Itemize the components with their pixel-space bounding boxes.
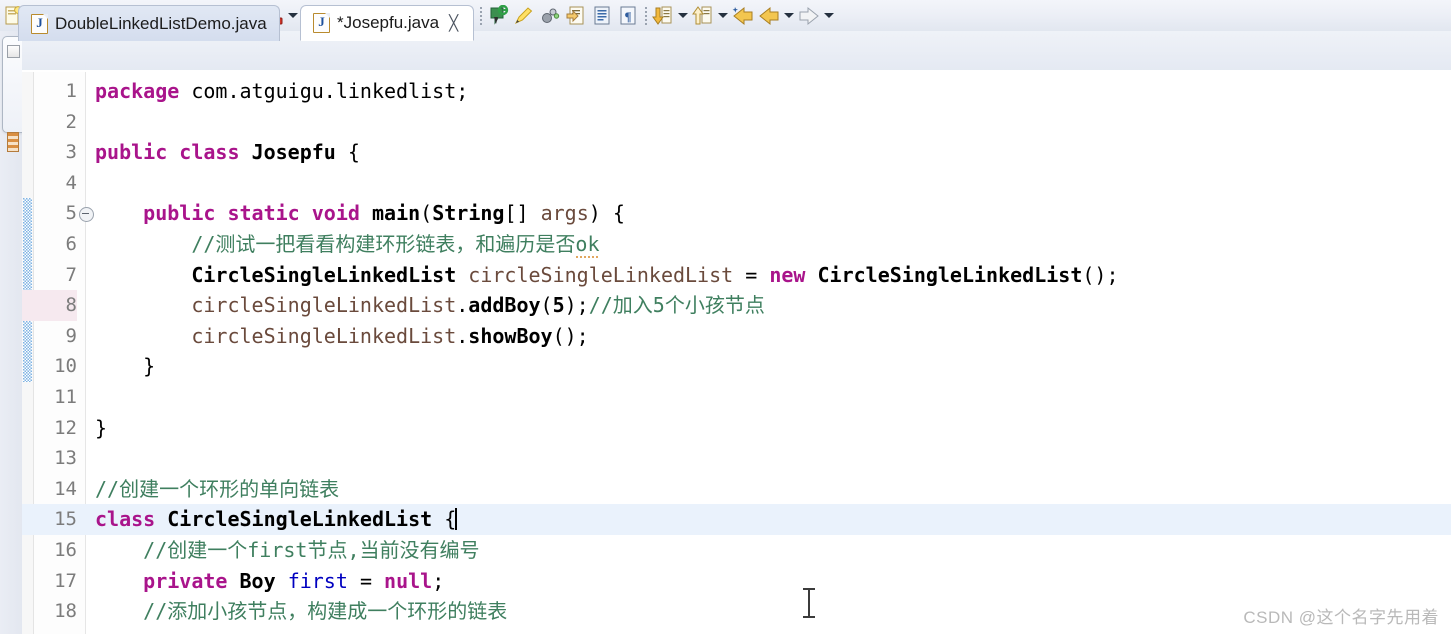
toolbar-item-forward[interactable] [796,0,836,31]
line-number: 5 [65,202,77,225]
chevron-down-icon[interactable] [782,3,796,29]
debug-last-icon[interactable] [485,3,511,29]
package-explorer-icon[interactable] [7,132,19,152]
minimized-package-explorer-stub[interactable] [2,36,23,152]
external-tools-icon[interactable] [537,3,563,29]
code-text: } [95,415,108,440]
code-line[interactable] [22,413,1451,444]
line-number: 17 [54,569,77,592]
chevron-down-icon[interactable] [716,3,730,29]
toolbar-item-debug-last[interactable] [485,0,511,31]
tab-label: *Josepfu.java [337,13,440,32]
code-line[interactable] [22,443,1451,474]
line-number: 11 [54,386,77,408]
toolbar-item-previous-annotation-up[interactable] [690,0,730,31]
line-number: 8 [22,290,77,321]
line-number: 1 [65,80,77,102]
forward-icon[interactable] [796,3,822,29]
line-number: 3 [65,141,77,164]
toolbar-item-external-tools[interactable] [537,0,563,31]
code-text: } [95,354,156,379]
text-cursor-icon [803,588,815,618]
code-text: class CircleSingleLinkedList { [95,507,458,532]
toolbar-separator [476,3,485,29]
java-file-icon [31,13,48,34]
svg-text:¶: ¶ [624,9,631,24]
code-text: CircleSingleLinkedList circleSingleLinke… [191,262,1119,287]
tab-doublelinkedlistdemo[interactable]: DoubleLinkedListDemo.java [18,5,280,41]
line-number: 12 [54,416,77,439]
code-text: //测试一把看看构建环形链表，和遍历是否ok [95,229,600,260]
code-text: //创建一个first节点,当前没有编号 [143,538,480,562]
paragraph-icon[interactable]: ¶ [615,3,641,29]
line-number: 13 [54,447,77,470]
close-icon[interactable]: ╳ [446,16,461,31]
code-text: private Boy first = null; [143,568,445,593]
watermark: CSDN @这个名字先用着 [1243,608,1439,627]
line-number: 7 [65,263,77,286]
toolbar-item-show-whitespace[interactable] [589,0,615,31]
chevron-down-icon[interactable] [822,3,836,29]
java-file-icon [313,13,330,33]
line-number: 16 [54,539,77,561]
toolbar-item-next-annotation[interactable] [563,0,589,31]
code-line[interactable] [22,107,1451,138]
chevron-down-icon[interactable] [286,3,300,29]
next-annotation-icon[interactable] [563,3,589,29]
tab-label: DoubleLinkedListDemo.java [55,13,267,33]
line-number: 2 [65,110,77,133]
toolbar-separator [641,3,650,29]
code-text: //创建一个环形的单向链表 [95,476,340,501]
line-number: 18 [54,600,77,623]
line-number: 14 [54,477,77,500]
code-lines: 1 package com.atguigu.linkedlist; 2 3 public… [22,72,1451,634]
line-number: 9 [65,324,77,347]
line-number: 6 [65,233,77,255]
tab-josepfu[interactable]: *Josepfu.java ╳ [300,5,475,41]
restore-icon[interactable] [7,45,20,58]
next-annotation-down-icon[interactable] [650,3,676,29]
back-to-icon[interactable] [730,3,756,29]
code-line[interactable] [22,382,1451,413]
toolbar-item-back[interactable] [756,0,796,31]
code-text: //添加小孩节点，构建成一个环形的链表 [143,599,508,624]
toolbar-item-back-to[interactable] [730,0,756,31]
eclipse-ide-window: ¶ DoubleLinkedListDemo.java *Josepfu.jav… [0,0,1451,634]
line-number: 15 [54,508,77,531]
code-text: circleSingleLinkedList.addBoy(5);//加入5个小… [191,293,765,318]
code-text: package com.atguigu.linkedlist; [95,79,469,103]
toolbar-item-paragraph[interactable]: ¶ [615,0,641,31]
chevron-down-icon[interactable] [676,3,690,29]
code-editor[interactable]: 1 package com.atguigu.linkedlist; 2 3 public… [22,72,1451,634]
toolbar-item-next-annotation-down[interactable] [650,0,690,31]
code-text: public static void main(String[] args) { [143,201,625,226]
previous-annotation-up-icon[interactable] [690,3,716,29]
toolbar-item-marker[interactable] [511,0,537,31]
show-whitespace-icon[interactable] [589,3,615,29]
back-icon[interactable] [756,3,782,29]
line-number: 10 [54,355,77,378]
code-line[interactable] [22,351,1451,382]
code-line[interactable] [22,168,1451,199]
line-number: 4 [65,171,77,194]
code-text: circleSingleLinkedList.showBoy(); [191,323,589,348]
left-fast-view-rail [0,31,23,634]
code-text: public class Josepfu { [95,140,360,165]
marker-icon[interactable] [511,3,537,29]
